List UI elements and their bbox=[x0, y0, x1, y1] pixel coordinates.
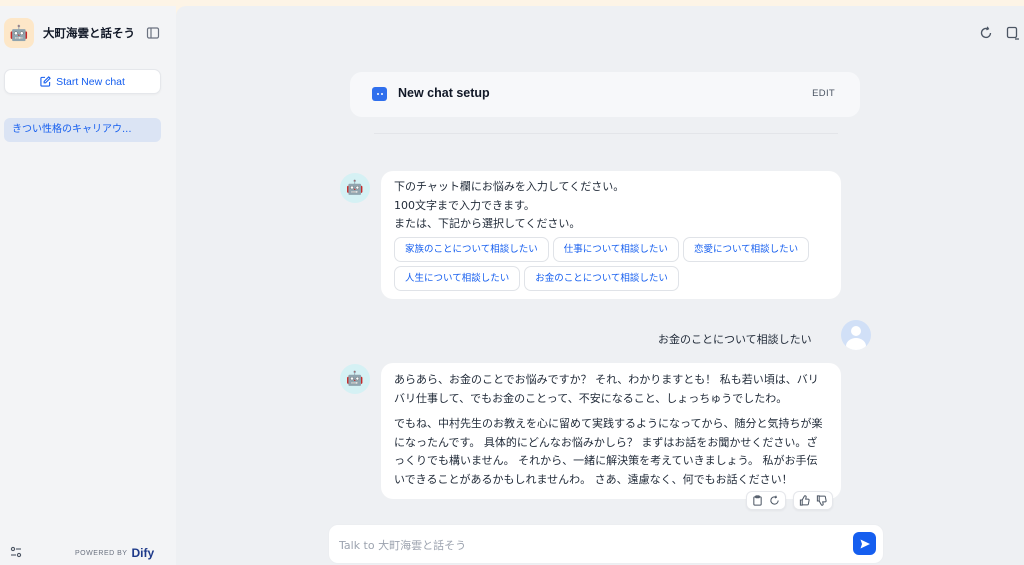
divider bbox=[374, 133, 838, 134]
sidebar-footer: POWERED BY Dify bbox=[0, 543, 176, 565]
suggested-question-button[interactable]: 家族のことについて相談したい bbox=[394, 236, 549, 262]
chat-input-box bbox=[328, 524, 884, 564]
send-icon bbox=[860, 539, 870, 548]
thumbs-up-icon[interactable] bbox=[799, 495, 810, 506]
chat-bot-icon bbox=[372, 87, 387, 101]
robot-avatar-icon: 🤖 bbox=[4, 18, 34, 48]
conversation-item[interactable]: きつい性格のキャリアウ... bbox=[4, 118, 161, 142]
edit-button[interactable]: EDIT bbox=[812, 88, 835, 99]
chat-area: New chat setup EDIT 🤖 下のチャット欄にお悩みを入力してくだ… bbox=[176, 6, 1024, 565]
powered-by-label: POWERED BY bbox=[75, 549, 128, 557]
suggested-question-button[interactable]: 人生について相談したい bbox=[394, 265, 521, 291]
thumbs-down-icon[interactable] bbox=[816, 495, 827, 506]
sidebar-collapse-icon[interactable] bbox=[146, 26, 160, 40]
send-button[interactable] bbox=[853, 532, 876, 555]
bot-answer: あらあら、お金のことでお悩みですか？ それ、わかりますとも！ 私も若い頃は、バリ… bbox=[381, 363, 841, 499]
opening-line: または、下記から選択してください。 bbox=[394, 217, 581, 230]
chat-input[interactable] bbox=[339, 535, 839, 555]
chat-list-icon[interactable] bbox=[1006, 26, 1020, 40]
powered-by: POWERED BY Dify bbox=[75, 546, 154, 560]
suggested-questions: 家族のことについて相談したい 仕事について相談したい 恋愛について相談したい 人… bbox=[394, 236, 828, 291]
suggested-question-button[interactable]: お金のことについて相談したい bbox=[524, 265, 679, 291]
chat-setup-panel: New chat setup EDIT bbox=[350, 72, 860, 117]
opening-line: 100文字まで入力できます。 bbox=[394, 198, 535, 212]
app-window: 🤖 大町海雲と話そう Start New chat きつい性格のキャリアウ... bbox=[0, 6, 1024, 565]
clipboard-icon[interactable] bbox=[752, 495, 763, 506]
feedback-operations bbox=[793, 491, 833, 510]
setup-title: New chat setup bbox=[398, 86, 490, 100]
opening-line: 下のチャット欄にお悩みを入力してください。 bbox=[394, 180, 625, 193]
suggested-question-button[interactable]: 恋愛について相談したい bbox=[682, 236, 810, 262]
opening-message: 下のチャット欄にお悩みを入力してください。 100文字まで入力できます。 または… bbox=[381, 171, 841, 299]
user-avatar bbox=[841, 320, 871, 350]
sliders-icon[interactable] bbox=[10, 546, 22, 558]
answer-paragraph: あらあら、お金のことでお悩みですか？ それ、わかりますとも！ 私も若い頃は、バリ… bbox=[394, 373, 819, 405]
start-new-chat-label: Start New chat bbox=[56, 75, 125, 88]
user-message: お金のことについて相談したい bbox=[658, 333, 812, 346]
start-new-chat-button[interactable]: Start New chat bbox=[4, 69, 161, 94]
regenerate-icon[interactable] bbox=[769, 495, 780, 506]
refresh-icon[interactable] bbox=[979, 26, 993, 40]
suggested-question-button[interactable]: 仕事について相談したい bbox=[552, 236, 679, 262]
edit-icon bbox=[40, 76, 51, 87]
message-operations bbox=[746, 491, 786, 510]
bot-avatar: 🤖 bbox=[340, 173, 370, 203]
sidebar: 🤖 大町海雲と話そう Start New chat きつい性格のキャリアウ... bbox=[0, 6, 176, 565]
sidebar-header: 🤖 大町海雲と話そう bbox=[4, 18, 172, 48]
answer-paragraph: でもね、中村先生のお教えを心に留めて実践するようになってから、随分と気持ちが楽に… bbox=[394, 417, 823, 486]
dify-logo[interactable]: Dify bbox=[131, 546, 154, 560]
app-title: 大町海雲と話そう bbox=[43, 26, 135, 40]
bot-avatar: 🤖 bbox=[340, 364, 370, 394]
